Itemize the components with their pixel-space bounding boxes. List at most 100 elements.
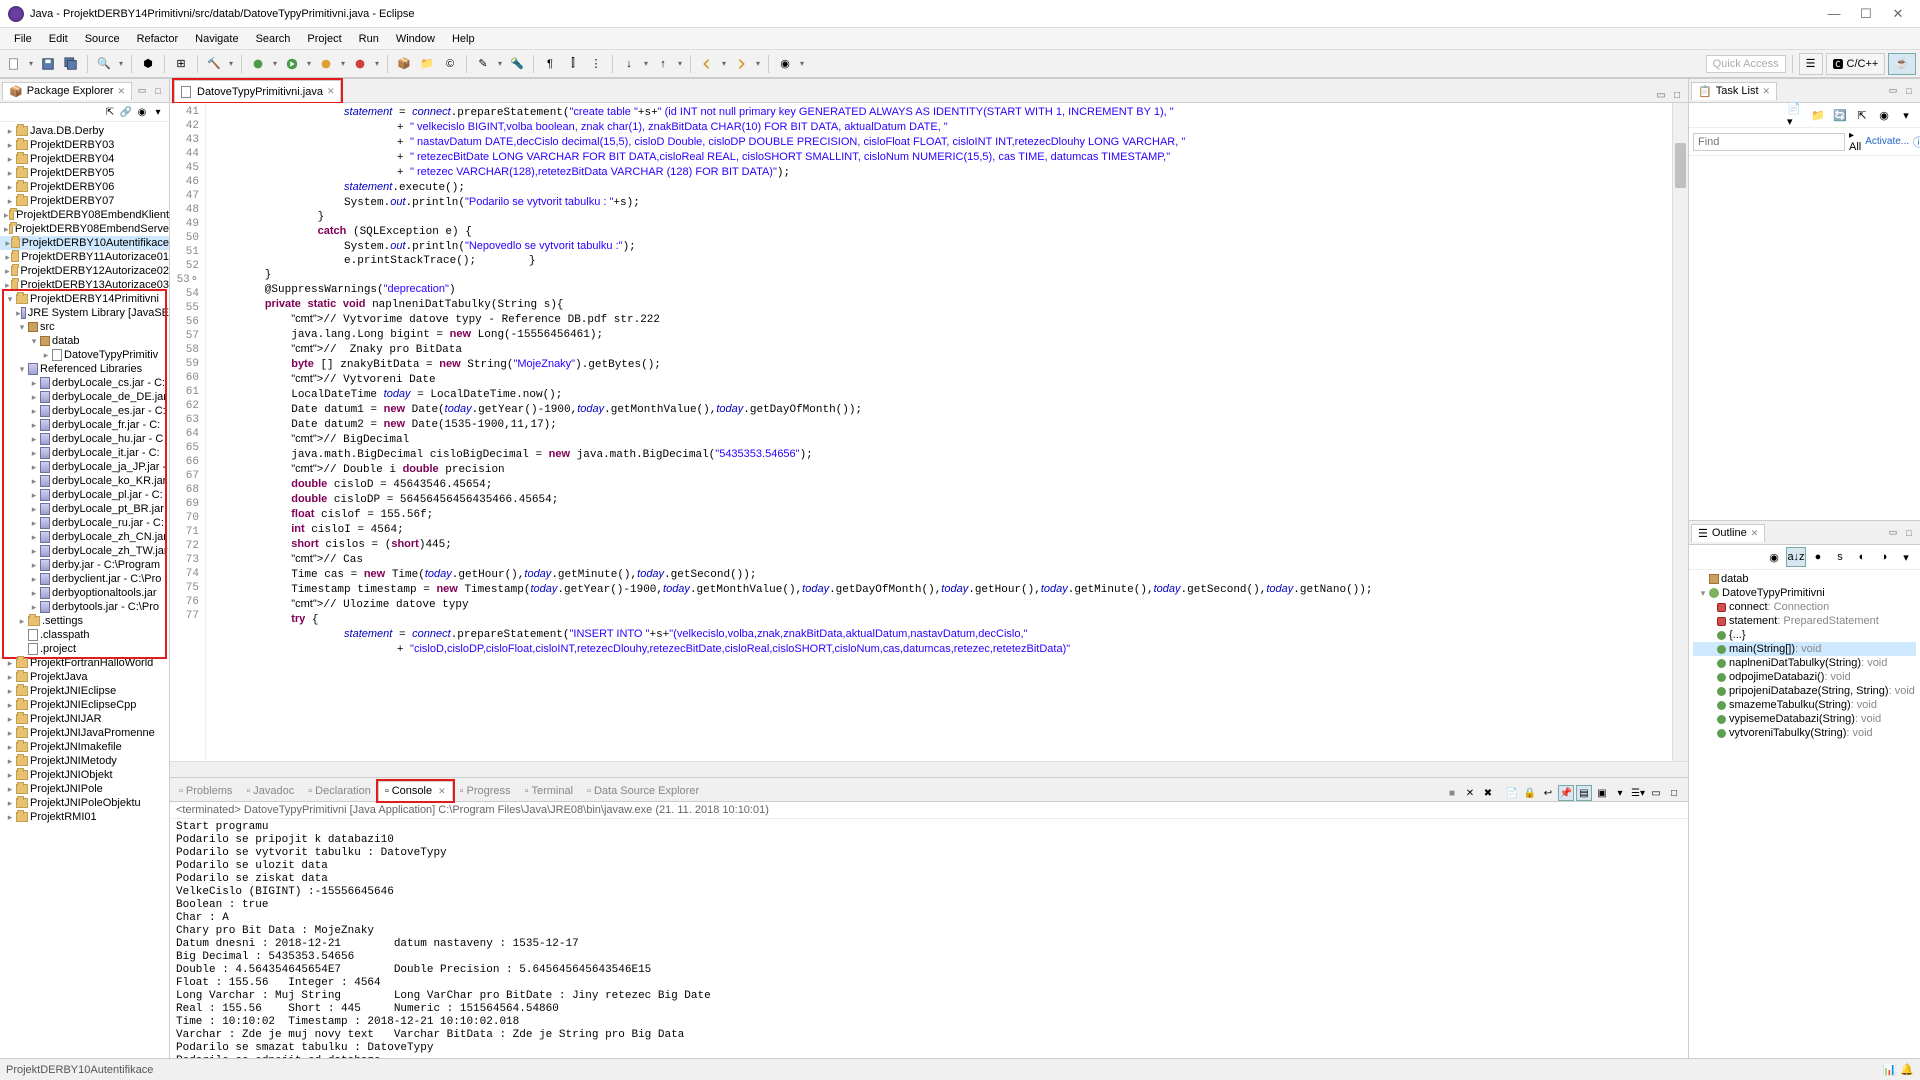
minimize-view-icon[interactable]: ▭	[135, 84, 149, 98]
forward-button[interactable]	[731, 54, 751, 74]
console-clear-icon[interactable]: 📄	[1504, 785, 1520, 801]
outline-tree[interactable]: datab▾DatoveTypyPrimitivniconnect : Conn…	[1689, 570, 1920, 1058]
toggle-mark-button[interactable]: ¶	[540, 54, 560, 74]
task-collapse-icon[interactable]: ⇱	[1852, 105, 1872, 125]
open-perspective-button[interactable]: ☰	[1799, 53, 1823, 75]
debug-button[interactable]	[248, 54, 268, 74]
close-editor-icon[interactable]: ✕	[327, 86, 335, 97]
menu-help[interactable]: Help	[444, 31, 483, 47]
menu-window[interactable]: Window	[388, 31, 443, 47]
focus-task-icon[interactable]: ◉	[135, 105, 149, 119]
open-type-button[interactable]: 🔍	[94, 54, 114, 74]
search-button[interactable]: 🔦	[507, 54, 527, 74]
tree-item[interactable]: ▸ProjektJava	[0, 670, 169, 684]
run-dropdown[interactable]: ▾	[305, 54, 313, 74]
code-editor[interactable]: 41 42 43 44 45 46 47 48 49 50 51 52 53⚬ …	[170, 103, 1688, 761]
tree-item[interactable]: ▸derbyLocale_pt_BR.jar	[0, 502, 169, 516]
bottom-tab-terminal[interactable]: ▫Terminal	[518, 781, 580, 801]
status-icon-2[interactable]: 🔔	[1900, 1063, 1914, 1076]
tree-item[interactable]: ▸ProjektDERBY12Autorizace02	[0, 264, 169, 278]
tree-item[interactable]: ▾datab	[0, 334, 169, 348]
outline-hide-static-icon[interactable]: s	[1830, 547, 1850, 567]
maximize-button[interactable]: ☐	[1852, 4, 1880, 24]
coverage-dropdown[interactable]: ▾	[339, 54, 347, 74]
new-package-icon[interactable]: 📁	[417, 54, 437, 74]
tree-item[interactable]: ▸ProjektDERBY04	[0, 152, 169, 166]
tree-item[interactable]: ▸derbyoptionaltools.jar	[0, 586, 169, 600]
forward-dropdown[interactable]: ▾	[754, 54, 762, 74]
console-pin-icon[interactable]: 📌	[1558, 785, 1574, 801]
close-tab-icon[interactable]: ✕	[118, 86, 126, 97]
tree-item[interactable]: ▸derby.jar - C:\Program	[0, 558, 169, 572]
minimize-button[interactable]: —	[1820, 4, 1848, 24]
tree-item[interactable]: ▸ProjektJNIPoleObjektu	[0, 796, 169, 810]
console-remove-all-icon[interactable]: ✖	[1480, 785, 1496, 801]
tree-item[interactable]: ▸ProjektDERBY06	[0, 180, 169, 194]
open-task-dropdown[interactable]: ▾	[496, 54, 504, 74]
ext-tools-dropdown[interactable]: ▾	[373, 54, 381, 74]
task-activate-link[interactable]: Activate...	[1865, 136, 1909, 147]
minimize-bottom-icon[interactable]: ▭	[1648, 785, 1664, 801]
maximize-view-icon[interactable]: □	[151, 84, 165, 98]
perspective-java[interactable]: ☕	[1888, 53, 1916, 75]
tree-item[interactable]: ▸Java.DB.Derby	[0, 124, 169, 138]
perspective-cpp[interactable]: 🅲 C/C++	[1826, 53, 1886, 75]
minimize-task-icon[interactable]: ▭	[1886, 84, 1900, 98]
bottom-tab-problems[interactable]: ▫Problems	[172, 781, 239, 801]
tree-item[interactable]: ▸ProjektDERBY08EmbendServe	[0, 222, 169, 236]
console-select-dropdown[interactable]: ☰▾	[1630, 785, 1646, 801]
tree-item[interactable]: .project	[0, 642, 169, 656]
pin-button[interactable]: ◉	[775, 54, 795, 74]
show-whitespace-button[interactable]: ⋮	[586, 54, 606, 74]
task-sync-icon[interactable]: 🔄	[1830, 105, 1850, 125]
build-button[interactable]: 🔨	[204, 54, 224, 74]
coverage-button[interactable]	[316, 54, 336, 74]
outline-sort-icon[interactable]: a↓z	[1786, 547, 1806, 567]
tree-item[interactable]: ▸derbyLocale_ru.jar - C:	[0, 516, 169, 530]
quick-access-input[interactable]: Quick Access	[1706, 55, 1786, 73]
menu-file[interactable]: File	[6, 31, 40, 47]
outline-member[interactable]: vypisemeDatabazi(String) : void	[1693, 712, 1916, 726]
prev-annotation-button[interactable]: ↑	[653, 54, 673, 74]
console-stop-icon[interactable]: ■	[1444, 785, 1460, 801]
outline-member[interactable]: odpojimeDatabazi() : void	[1693, 670, 1916, 684]
outline-member[interactable]: pripojeniDatabaze(String, String) : void	[1693, 684, 1916, 698]
outline-member[interactable]: vytvoreniTabulky(String) : void	[1693, 726, 1916, 740]
tree-item[interactable]: ▸ProjektFortranHalloWorld	[0, 656, 169, 670]
close-task-icon[interactable]: ✕	[1763, 86, 1771, 97]
task-find-input[interactable]	[1693, 133, 1845, 151]
task-menu-icon[interactable]: ▾	[1896, 105, 1916, 125]
outline-hide-nonpublic-icon[interactable]: ◐	[1852, 547, 1872, 567]
save-all-button[interactable]	[61, 54, 81, 74]
back-button[interactable]	[697, 54, 717, 74]
tree-item[interactable]: ▾ProjektDERBY14Primitivni	[0, 292, 169, 306]
tree-item[interactable]: ▸derbyLocale_cs.jar - C:	[0, 376, 169, 390]
outline-member[interactable]: {...}	[1693, 628, 1916, 642]
task-help-icon[interactable]: ⓘ	[1913, 134, 1920, 150]
close-button[interactable]: ✕	[1884, 4, 1912, 24]
console-open-icon[interactable]: ▣	[1594, 785, 1610, 801]
new-connection-button[interactable]: ⊞	[171, 54, 191, 74]
tree-item[interactable]: ▸derbyLocale_es.jar - C:	[0, 404, 169, 418]
menu-project[interactable]: Project	[299, 31, 349, 47]
menu-refactor[interactable]: Refactor	[129, 31, 187, 47]
tree-item[interactable]: ▸derbyclient.jar - C:\Pro	[0, 572, 169, 586]
next-annotation-button[interactable]: ↓	[619, 54, 639, 74]
tree-item[interactable]: ▸DatoveTypyPrimitiv	[0, 348, 169, 362]
tree-item[interactable]: ▸ProjektJNIEclipseCpp	[0, 698, 169, 712]
tree-item[interactable]: ▸.settings	[0, 614, 169, 628]
tree-item[interactable]: ▸ProjektDERBY08EmbendKlient	[0, 208, 169, 222]
view-menu-icon[interactable]: ▾	[151, 105, 165, 119]
outline-member[interactable]: connect : Connection	[1693, 600, 1916, 614]
pin-dropdown[interactable]: ▾	[798, 54, 806, 74]
build-dropdown[interactable]: ▾	[227, 54, 235, 74]
package-explorer-tab[interactable]: 📦 Package Explorer ✕	[2, 82, 132, 100]
status-icon-1[interactable]: 📊	[1883, 1063, 1897, 1076]
new-dropdown[interactable]: ▾	[27, 54, 35, 74]
new-class-icon[interactable]: ©	[440, 54, 460, 74]
outline-tab[interactable]: ☰ Outline ✕	[1691, 524, 1765, 542]
task-new-icon[interactable]: 📄▾	[1786, 105, 1806, 125]
tree-item[interactable]: ▸derbyLocale_ja_JP.jar -	[0, 460, 169, 474]
tree-item[interactable]: ▸ProjektDERBY07	[0, 194, 169, 208]
tree-item[interactable]: ▾Referenced Libraries	[0, 362, 169, 376]
